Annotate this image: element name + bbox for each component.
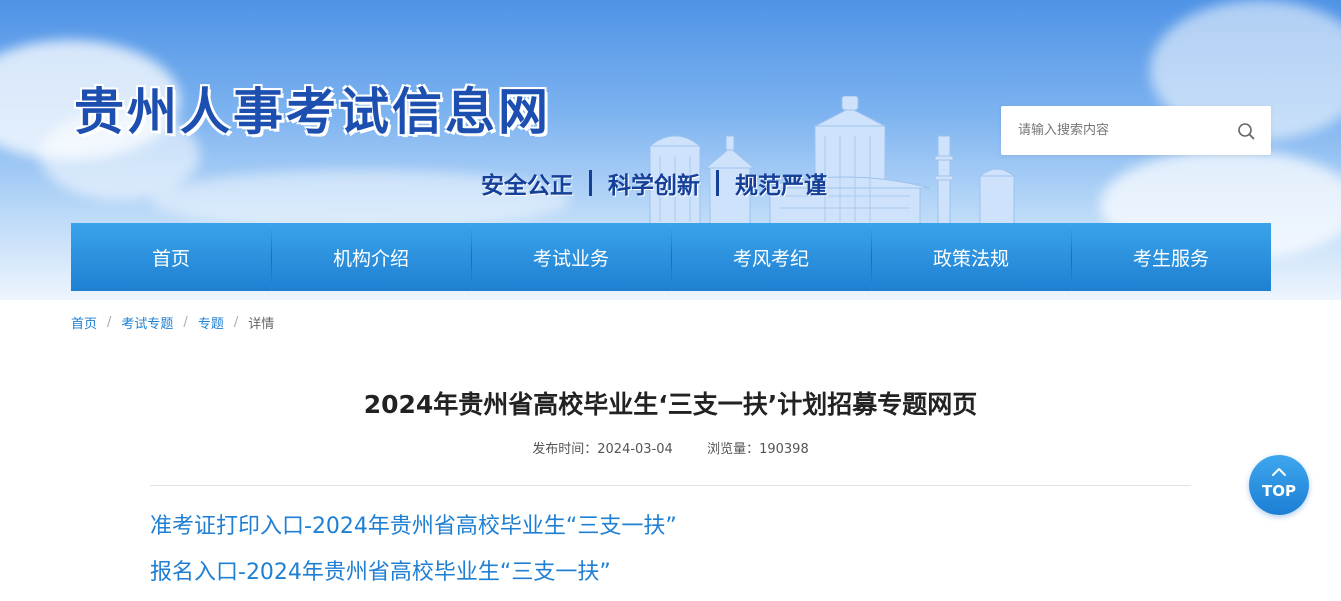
site-title: 贵州人事考试信息网	[74, 82, 551, 141]
registration-link[interactable]: 报名入口-2024年贵州省高校毕业生“三支一扶”	[150, 554, 611, 586]
article-title: 2024年贵州省高校毕业生‘三支一扶’计划招募专题网页	[363, 390, 978, 419]
nav-item-candidate-services[interactable]: 考生服务	[1071, 223, 1271, 291]
breadcrumb-separator: /	[107, 315, 112, 330]
breadcrumb-link-topic[interactable]: 专题	[198, 313, 224, 332]
slogan-part: 规范严谨	[735, 173, 827, 199]
content-divider	[150, 485, 1191, 486]
chevron-up-icon	[1272, 468, 1286, 476]
slogan-part: 科学创新	[608, 173, 700, 199]
slogan: 安全公正 科学创新 规范严谨	[481, 166, 827, 200]
nav-item-exam-discipline[interactable]: 考风考纪	[671, 223, 871, 291]
breadcrumb-separator: /	[233, 315, 239, 330]
nav-item-home[interactable]: 首页	[71, 223, 271, 291]
breadcrumb-link-exam-topics[interactable]: 考试专题	[121, 313, 173, 332]
publish-date: 发布时间：2024-03-04	[532, 442, 673, 457]
nav-item-policies[interactable]: 政策法规	[871, 223, 1071, 291]
search-icon[interactable]	[1236, 121, 1256, 141]
article-meta: 发布时间：2024-03-04 浏览量：190398	[150, 438, 1191, 457]
nav-item-about[interactable]: 机构介绍	[271, 223, 471, 291]
back-to-top-button[interactable]: TOP	[1249, 455, 1309, 515]
breadcrumb-separator: /	[183, 315, 188, 330]
breadcrumb-current: 详情	[248, 317, 275, 332]
search-input[interactable]	[1001, 106, 1238, 155]
city-skyline-illustration	[648, 96, 1016, 225]
search-box	[1001, 106, 1271, 155]
breadcrumb-link-home[interactable]: 首页	[71, 313, 97, 332]
breadcrumb: 首页 / 考试专题 / 专题 / 详情	[71, 313, 274, 332]
admission-ticket-print-link[interactable]: 准考证打印入口-2024年贵州省高校毕业生“三支一扶”	[150, 508, 677, 540]
main-nav: 首页 机构介绍 考试业务 考风考纪 政策法规 考生服务	[71, 223, 1271, 291]
nav-item-exam-business[interactable]: 考试业务	[471, 223, 671, 291]
slogan-divider	[716, 170, 719, 196]
view-count: 浏览量：190398	[707, 442, 809, 457]
back-to-top-label: TOP	[1262, 482, 1296, 500]
slogan-part: 安全公正	[481, 173, 573, 199]
slogan-divider	[589, 170, 592, 196]
